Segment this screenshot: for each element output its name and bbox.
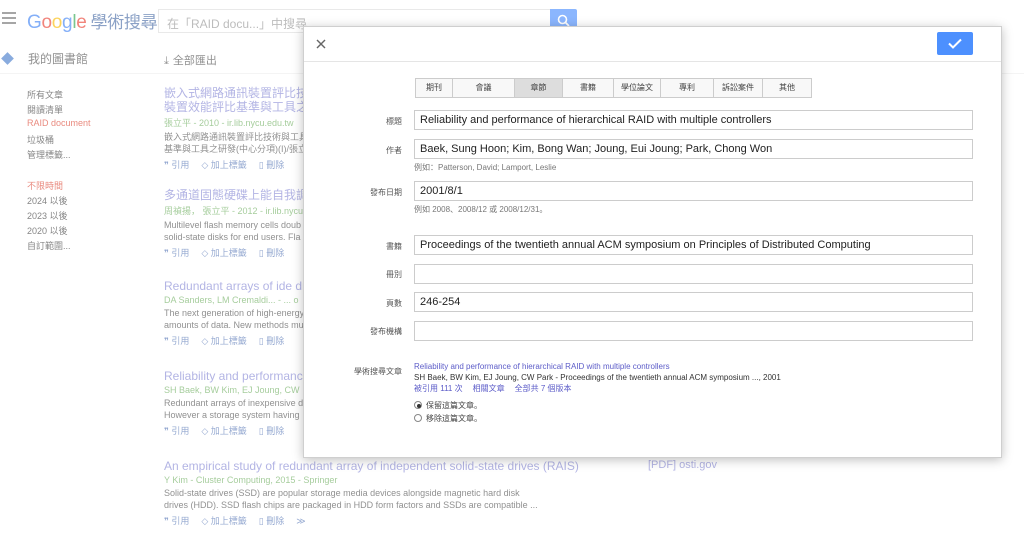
pages-label: 頁數	[386, 299, 402, 308]
radio-unchecked-icon	[414, 414, 422, 422]
author-field[interactable]: Baek, Sung Hoon; Kim, Bong Wan; Joung, E…	[414, 139, 973, 159]
volume-label: 冊別	[386, 270, 402, 279]
tab-case[interactable]: 訴訟案件	[714, 79, 763, 97]
scholar-article-label: 學術搜尋文章	[354, 367, 402, 376]
remove-article-radio[interactable]: 移除這篇文章。	[414, 413, 482, 424]
book-field[interactable]: Proceedings of the twentieth annual ACM …	[414, 235, 973, 255]
document-type-tabs: 期刊 會議 章節 書籍 學位論文 專利 訴訟案件 其他	[415, 78, 812, 98]
cited-by-link[interactable]: 被引用 111 次	[414, 384, 463, 393]
date-hint: 例如 2008、2008/12 或 2008/12/31。	[414, 205, 548, 214]
keep-article-label: 保留這篇文章。	[426, 401, 482, 410]
close-icon	[316, 39, 326, 49]
title-label: 標題	[386, 117, 402, 126]
keep-article-radio[interactable]: 保留這篇文章。	[414, 400, 482, 411]
volume-field[interactable]	[414, 264, 973, 284]
date-field[interactable]: 2001/8/1	[414, 181, 973, 201]
radio-checked-icon	[414, 401, 422, 409]
tab-thesis[interactable]: 學位論文	[614, 79, 661, 97]
tab-patent[interactable]: 專利	[661, 79, 714, 97]
publisher-label: 發布機構	[370, 327, 402, 336]
tab-other[interactable]: 其他	[763, 79, 811, 97]
title-field[interactable]: Reliability and performance of hierarchi…	[414, 110, 973, 130]
tab-conference[interactable]: 會議	[453, 79, 515, 97]
page: Google 學術搜尋 在「RAID docu...」中搜尋 我的圖書館 ⤓ 全部匯…	[0, 0, 1024, 537]
scholar-article-links: 被引用 111 次 相關文章 全部共 7 個版本	[414, 383, 974, 394]
pages-field[interactable]: 246-254	[414, 292, 973, 312]
related-link[interactable]: 相關文章	[473, 384, 505, 393]
book-label: 書籍	[386, 242, 402, 251]
edit-article-dialog: 期刊 會議 章節 書籍 學位論文 專利 訴訟案件 其他 標題 Reliabili…	[303, 26, 1002, 458]
publisher-field[interactable]	[414, 321, 973, 341]
scholar-article: Reliability and performance of hierarchi…	[414, 361, 974, 394]
remove-article-label: 移除這篇文章。	[426, 414, 482, 423]
author-hint: 例如：Patterson, David; Lamport, Leslie	[414, 163, 557, 172]
scholar-article-title[interactable]: Reliability and performance of hierarchi…	[414, 361, 974, 372]
versions-link[interactable]: 全部共 7 個版本	[515, 384, 572, 393]
tab-journal[interactable]: 期刊	[416, 79, 453, 97]
tab-book[interactable]: 書籍	[563, 79, 614, 97]
save-button[interactable]	[937, 32, 973, 55]
date-label: 發布日期	[370, 188, 402, 197]
dialog-header	[304, 27, 1001, 62]
checkmark-icon	[948, 38, 962, 49]
scholar-article-authors: SH Baek, BW Kim, EJ Joung, CW Park - Pro…	[414, 373, 781, 382]
close-button[interactable]	[312, 35, 330, 53]
tab-chapter[interactable]: 章節	[515, 79, 563, 97]
author-label: 作者	[386, 146, 402, 155]
